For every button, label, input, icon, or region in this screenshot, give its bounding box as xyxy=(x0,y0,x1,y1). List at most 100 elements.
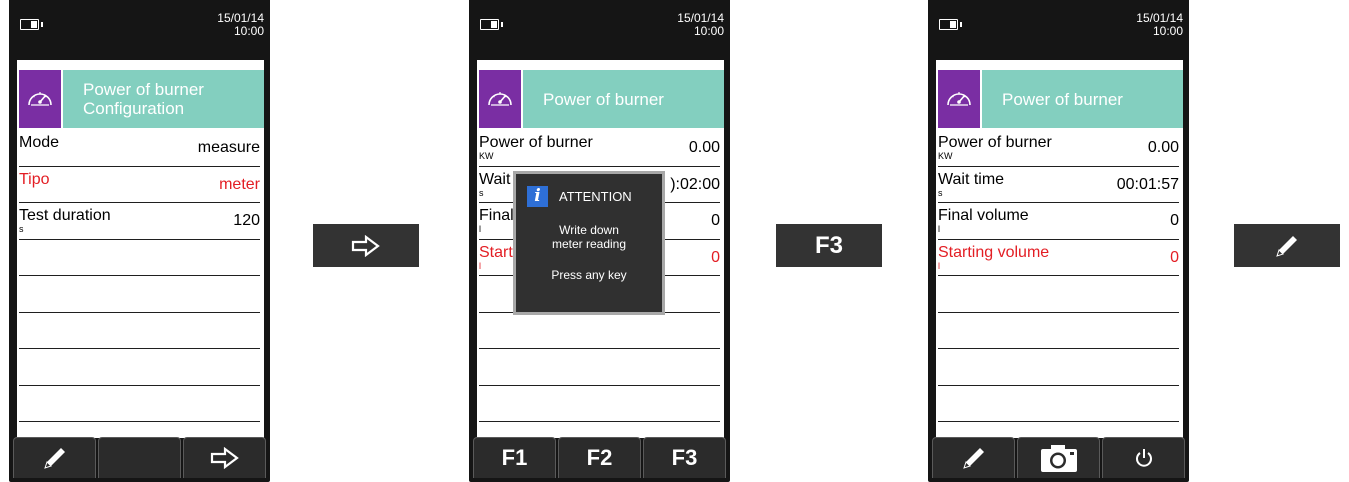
action-arrow-right xyxy=(313,224,419,267)
row-value: meter xyxy=(219,175,260,193)
softkey-power[interactable] xyxy=(1102,437,1185,478)
row-label: Final volume xyxy=(938,207,1029,224)
softkey-next[interactable] xyxy=(183,437,266,478)
row-power-of-burner[interactable]: Power of burner KW 0.00 xyxy=(479,130,720,167)
arrow-right-icon xyxy=(351,234,380,257)
softkey-f1[interactable]: F1 xyxy=(473,437,556,478)
row-unit: l xyxy=(938,260,940,271)
row-unit: l xyxy=(479,260,481,271)
row-mode[interactable]: Mode measure xyxy=(19,130,260,167)
row-unit: s xyxy=(938,187,943,198)
row-value: 0.00 xyxy=(1147,139,1179,156)
arrow-right-icon xyxy=(210,447,239,469)
empty-row xyxy=(938,386,1179,422)
row-value: 0 xyxy=(711,212,720,229)
row-final-volume[interactable]: Final volume l 0 xyxy=(938,203,1179,240)
dialog-key-hint: Press any key xyxy=(551,268,627,282)
row-label: Power of burner xyxy=(479,134,593,151)
row-label: Wait xyxy=(479,170,511,188)
dialog-message-line-2: meter reading xyxy=(551,237,627,251)
empty-row xyxy=(19,276,260,313)
status-bar: 15/01/14 10:00 xyxy=(469,0,730,46)
empty-row xyxy=(19,313,260,349)
display-area: Power of burner Configuration Mode measu… xyxy=(17,60,264,438)
parameter-list: Power of burner KW 0.00 Wait time s 00:0… xyxy=(938,130,1179,422)
softkey-edit[interactable] xyxy=(932,437,1015,478)
battery-icon xyxy=(480,19,503,30)
title-line-1: Power of burner xyxy=(543,89,664,109)
title-line-1: Power of burner xyxy=(83,80,204,99)
date-time: 15/01/14 10:00 xyxy=(677,12,724,38)
row-test-duration[interactable]: Test duration s 120 xyxy=(19,203,260,240)
time-text: 10:00 xyxy=(693,24,724,38)
row-value: measure xyxy=(197,139,260,156)
softkey-empty[interactable] xyxy=(98,437,181,478)
dialog-message: Write down meter reading xyxy=(516,223,662,251)
page-title: Power of burner xyxy=(523,70,724,128)
empty-row xyxy=(479,313,720,349)
row-unit: s xyxy=(19,224,24,234)
title-line-1: Power of burner xyxy=(1002,89,1123,109)
row-label: Power of burner xyxy=(938,134,1052,151)
attention-dialog[interactable]: i ATTENTION Write down meter reading Pre… xyxy=(513,171,665,315)
empty-row xyxy=(938,313,1179,349)
row-starting-volume[interactable]: Starting volume l 0 xyxy=(938,240,1179,276)
empty-row xyxy=(19,240,260,276)
dialog-message-line-1: Write down xyxy=(559,223,619,237)
softkey-f3[interactable]: F3 xyxy=(643,437,726,478)
row-value: 00:01:57 xyxy=(1116,175,1179,193)
status-bar: 15/01/14 10:00 xyxy=(928,0,1189,46)
info-icon: i xyxy=(527,186,548,207)
pencil-icon xyxy=(1276,235,1297,257)
softkey-edit[interactable] xyxy=(13,437,96,478)
empty-row xyxy=(479,386,720,422)
pencil-icon xyxy=(43,448,65,469)
row-unit: s xyxy=(479,187,484,198)
battery-icon xyxy=(20,19,43,30)
time-text: 10:00 xyxy=(233,24,264,38)
row-wait-time[interactable]: Wait time s 00:01:57 xyxy=(938,167,1179,203)
row-label: Tipo xyxy=(19,170,50,188)
row-value: 120 xyxy=(233,212,260,229)
row-value: ):02:00 xyxy=(670,175,720,193)
row-value: 0 xyxy=(1170,212,1179,229)
dialog-title: ATTENTION xyxy=(559,189,632,204)
date-time: 15/01/14 10:00 xyxy=(1136,12,1183,38)
softkey-camera[interactable] xyxy=(1017,437,1100,478)
softkey-bar xyxy=(932,437,1185,478)
power-icon xyxy=(1135,449,1152,467)
gauge-icon xyxy=(479,70,521,128)
gauge-icon xyxy=(19,70,61,128)
row-value: 0.00 xyxy=(688,139,720,156)
row-value: 0 xyxy=(1170,248,1179,266)
display-area: Power of burner Power of burner KW 0.00 … xyxy=(936,60,1183,438)
camera-icon xyxy=(1040,445,1077,472)
empty-row xyxy=(19,386,260,422)
row-unit: KW xyxy=(479,151,494,161)
row-label: Starting volume xyxy=(938,243,1050,261)
row-unit: KW xyxy=(938,151,953,161)
time-text: 10:00 xyxy=(1152,24,1183,38)
softkey-f2[interactable]: F2 xyxy=(558,437,641,478)
gauge-icon xyxy=(938,70,980,128)
page-title: Power of burner xyxy=(982,70,1183,128)
row-label: Wait time xyxy=(938,170,1005,188)
page-title: Power of burner Configuration xyxy=(63,70,264,128)
row-value: 0 xyxy=(711,248,720,266)
date-time: 15/01/14 10:00 xyxy=(217,12,264,38)
row-unit: l xyxy=(479,224,481,234)
pencil-icon xyxy=(962,448,984,469)
status-bar: 15/01/14 10:00 xyxy=(9,0,270,46)
device-screen-running: 15/01/14 10:00 Power of burner Power of … xyxy=(928,0,1189,482)
row-tipo[interactable]: Tipo meter xyxy=(19,167,260,203)
row-label: Starti xyxy=(479,243,517,261)
battery-icon xyxy=(939,19,962,30)
title-line-2: Configuration xyxy=(83,99,185,118)
row-unit: l xyxy=(938,224,940,234)
softkey-bar xyxy=(13,437,266,478)
parameter-list: Mode measure Tipo meter Test duration s … xyxy=(19,130,260,422)
action-f3: F3 xyxy=(776,224,882,267)
empty-row xyxy=(479,349,720,386)
empty-row xyxy=(938,276,1179,313)
row-power-of-burner[interactable]: Power of burner KW 0.00 xyxy=(938,130,1179,167)
